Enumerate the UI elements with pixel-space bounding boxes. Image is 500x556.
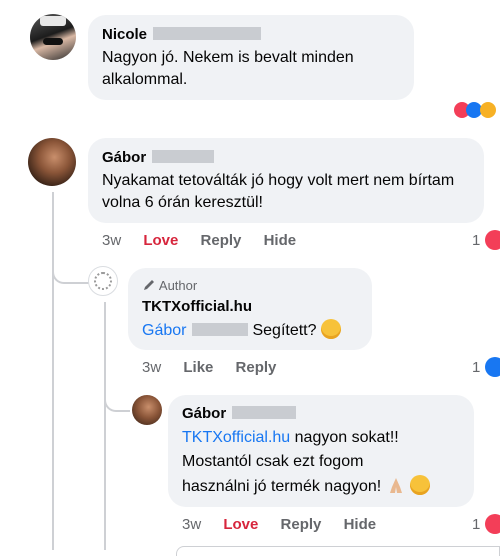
thread-connector	[104, 388, 130, 412]
reaction-count-number: 1	[472, 516, 481, 533]
comment-bubble: Gábor TKTXofficial.hu nagyon sokat!! Mos…	[168, 395, 474, 507]
avatar[interactable]	[28, 138, 76, 186]
pencil-icon	[144, 280, 154, 290]
comment-text-line-3-row: használni jó termék nagyon!	[182, 475, 431, 498]
comment-text-body: Segített?	[252, 322, 317, 339]
comment-author[interactable]: Gábor	[102, 149, 215, 166]
comment-time[interactable]: 3w	[142, 359, 161, 376]
author-badge: Author	[142, 278, 197, 293]
comment-text-line-2: Mostantól csak ezt fogom	[182, 453, 364, 470]
author-badge-label: Author	[158, 278, 198, 293]
thread-connector	[52, 262, 90, 284]
folded-hands-emoji-icon	[389, 478, 402, 493]
reaction-icons[interactable]	[454, 102, 500, 120]
mention-link[interactable]: TKTXofficial.hu	[182, 429, 290, 446]
thread-line	[52, 192, 54, 550]
comment-bubble: Gábor Nyakamat tetoválták jó hogy volt m…	[88, 138, 484, 223]
avatar[interactable]	[88, 266, 118, 296]
reply-button[interactable]: Reply	[201, 232, 242, 249]
haha-reaction-icon	[480, 102, 496, 118]
comment-text-line-1: nagyon sokat!!	[294, 429, 399, 446]
love-reaction-icon	[485, 230, 500, 250]
hide-button[interactable]: Hide	[344, 516, 377, 533]
mention-link[interactable]: Gábor	[142, 322, 186, 339]
comment-actions: 3w Like Reply	[142, 359, 294, 376]
like-reaction-icon	[485, 357, 500, 377]
reaction-count-number: 1	[472, 232, 481, 249]
redacted-surname	[153, 27, 262, 40]
comment-text-line-3: használni jó termék nagyon!	[182, 478, 382, 495]
reply-button[interactable]: Reply	[281, 516, 322, 533]
avatar[interactable]	[132, 395, 162, 425]
thread-line	[104, 302, 106, 550]
avatar[interactable]	[30, 14, 76, 60]
comment-bubble: Author TKTXofficial.hu Gábor Segített?	[128, 268, 372, 350]
love-button[interactable]: Love	[143, 232, 178, 249]
love-button[interactable]: Love	[223, 516, 258, 533]
comment-bubble: Nicole Nagyon jó. Nekem is bevalt minden…	[88, 15, 414, 100]
reaction-count-number: 1	[472, 359, 481, 376]
comment-text: Nyakamat tetoválták jó hogy volt mert ne…	[102, 172, 455, 211]
redacted-surname	[192, 323, 249, 336]
like-button[interactable]: Like	[183, 359, 213, 376]
comment-time[interactable]: 3w	[182, 516, 201, 533]
comment-author[interactable]: Nicole	[102, 26, 262, 43]
reply-button[interactable]: Reply	[236, 359, 277, 376]
comment-actions: 3w Love Reply Hide	[102, 232, 314, 249]
love-reaction-icon	[485, 514, 500, 534]
reaction-count[interactable]: 1	[472, 232, 480, 249]
reaction-count[interactable]: 1	[472, 359, 480, 376]
comment-text: Gábor Segített?	[142, 319, 341, 342]
comment-actions: 3w Love Reply Hide	[182, 516, 394, 533]
comment-text: Nagyon jó. Nekem is bevalt minden alkalo…	[102, 49, 354, 88]
comment-text: TKTXofficial.hu nagyon sokat!!	[182, 427, 399, 449]
reply-input-box[interactable]	[176, 546, 500, 556]
comment-author[interactable]: TKTXofficial.hu	[142, 298, 252, 315]
comment-time[interactable]: 3w	[102, 232, 121, 249]
redacted-surname	[152, 150, 215, 163]
hide-button[interactable]: Hide	[264, 232, 297, 249]
reaction-count[interactable]: 1	[472, 516, 480, 533]
smiling-face-emoji-icon	[320, 319, 341, 339]
redacted-surname	[232, 406, 297, 419]
comment-author[interactable]: Gábor	[182, 405, 297, 422]
smiling-face-emoji-icon	[410, 475, 431, 495]
